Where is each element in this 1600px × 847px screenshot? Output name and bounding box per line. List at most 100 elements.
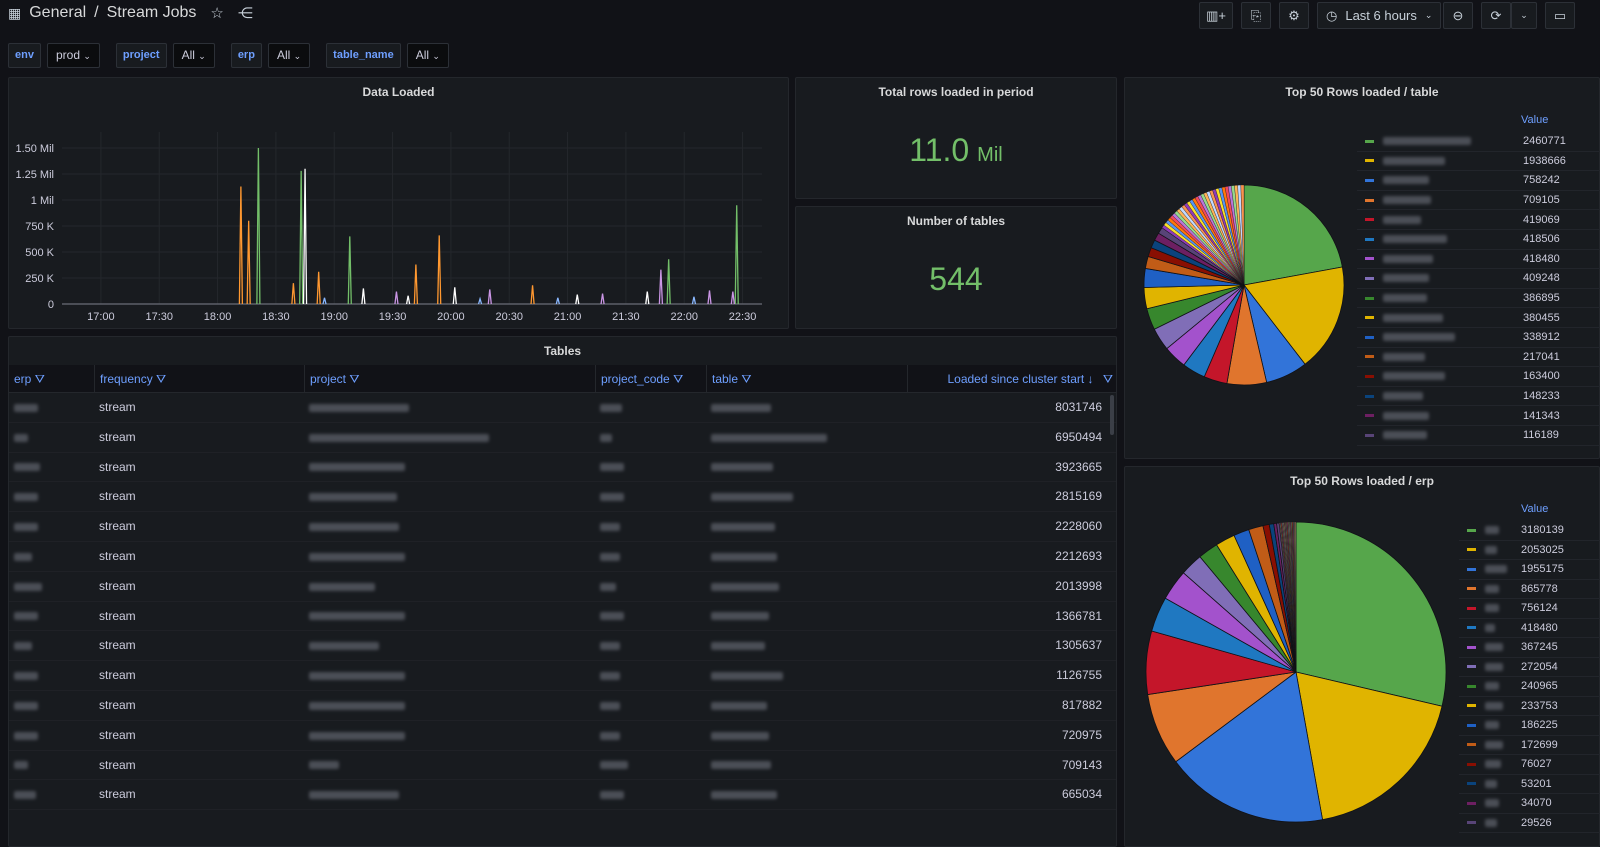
variable-value: All: [276, 48, 291, 62]
save-dashboard-button[interactable]: ⎘: [1241, 2, 1271, 29]
legend-item[interactable]: 163400: [1357, 367, 1600, 387]
variable-select-env[interactable]: prod ⌄: [46, 43, 100, 68]
star-icon[interactable]: ☆: [210, 4, 223, 22]
share-icon[interactable]: ⋲: [238, 4, 253, 22]
legend-item[interactable]: 709105: [1357, 191, 1600, 211]
dashboard-title[interactable]: Stream Jobs: [107, 4, 197, 22]
variable-select-erp[interactable]: All ⌄: [267, 43, 311, 68]
table-row[interactable]: stream 817882: [9, 691, 1116, 721]
legend-item[interactable]: 409248: [1357, 269, 1600, 289]
dashboard-settings-button[interactable]: ⚙: [1279, 2, 1309, 29]
filter-icon[interactable]: ⛛: [349, 372, 359, 386]
column-header-project[interactable]: project ⛛: [304, 365, 595, 393]
zoom-out-button[interactable]: ⊖: [1443, 2, 1473, 29]
legend-item[interactable]: 240965: [1459, 677, 1600, 697]
legend-item[interactable]: 148233: [1357, 387, 1600, 407]
legend-item[interactable]: 272054: [1459, 658, 1600, 677]
table-row[interactable]: stream 1126755: [9, 661, 1116, 691]
column-header-loaded[interactable]: Loaded since cluster start ↓ ⛛: [907, 365, 1116, 393]
data-loaded-chart[interactable]: 0 250 K 500 K 750 K 1 Mil 1.25 Mil 1.50 Mil 17:…: [9, 78, 790, 330]
add-panel-button[interactable]: ▥+: [1199, 2, 1233, 29]
legend-item[interactable]: 367245: [1459, 638, 1600, 658]
legend-item[interactable]: 34070: [1459, 794, 1600, 814]
legend-item[interactable]: 418506: [1357, 230, 1600, 250]
breadcrumb-folder[interactable]: General: [29, 4, 86, 22]
legend-item[interactable]: 2053025: [1459, 541, 1600, 560]
legend-item[interactable]: 2460771: [1357, 132, 1600, 152]
table-row[interactable]: stream 1305637: [9, 631, 1116, 662]
legend-item[interactable]: 386895: [1357, 289, 1600, 309]
legend-item[interactable]: 76027: [1459, 755, 1600, 775]
table-row[interactable]: stream 3923665: [9, 453, 1116, 483]
legend-item[interactable]: 233753: [1459, 697, 1600, 716]
tv-mode-button[interactable]: ▭: [1545, 2, 1575, 29]
table-row[interactable]: stream 1366781: [9, 602, 1116, 632]
legend-swatch: [1467, 626, 1476, 630]
table-row[interactable]: stream 720975: [9, 721, 1116, 751]
refresh-interval-dropdown[interactable]: ⌄: [1511, 2, 1537, 29]
legend-item[interactable]: 53201: [1459, 775, 1600, 794]
legend-value-header: Value: [1521, 503, 1549, 515]
filter-icon[interactable]: ⛛: [1103, 372, 1113, 386]
refresh-button[interactable]: ⟳: [1481, 2, 1511, 29]
legend-value: 865778: [1521, 582, 1558, 595]
legend-item[interactable]: 186225: [1459, 716, 1600, 736]
series-spike: [666, 259, 671, 305]
legend-item[interactable]: 418480: [1459, 619, 1600, 638]
table-scrollbar[interactable]: [1110, 395, 1114, 435]
redacted-text: [711, 791, 777, 800]
filter-icon[interactable]: ⛛: [35, 372, 45, 386]
table-row[interactable]: stream 8031746: [9, 393, 1116, 423]
legend-item[interactable]: 756124: [1459, 599, 1600, 619]
legend-item[interactable]: 116189: [1357, 426, 1600, 446]
legend-item[interactable]: 29526: [1459, 814, 1600, 833]
total-rows-panel[interactable]: Total rows loaded in period 11.0 Mil: [795, 77, 1117, 199]
legend-item[interactable]: 418480: [1357, 250, 1600, 270]
legend-item[interactable]: 1955175: [1459, 560, 1600, 580]
column-header-table[interactable]: table ⛛: [706, 365, 907, 393]
series-spike: [645, 291, 650, 305]
number-of-tables-panel[interactable]: Number of tables 544: [795, 206, 1117, 329]
variable-select-table-name[interactable]: All ⌄: [406, 43, 449, 68]
filter-icon[interactable]: ⛛: [156, 372, 166, 386]
table-row[interactable]: stream 6950494: [9, 423, 1116, 453]
tables-panel[interactable]: Tables erp ⛛ frequency ⛛ project ⛛ proje…: [8, 336, 1117, 847]
legend-item[interactable]: 172699: [1459, 736, 1600, 755]
top-rows-table-panel[interactable]: Top 50 Rows loaded / table Value 2460771…: [1124, 77, 1600, 459]
redacted-cell: [9, 721, 94, 751]
top-rows-erp-panel[interactable]: Top 50 Rows loaded / erp Value 3180139 20…: [1124, 466, 1600, 847]
filter-icon[interactable]: ⛛: [673, 372, 683, 386]
table-row[interactable]: stream 665034: [9, 780, 1116, 811]
legend-item[interactable]: 865778: [1459, 580, 1600, 599]
filter-icon[interactable]: ⛛: [741, 372, 751, 386]
variable-select-project[interactable]: All ⌄: [172, 43, 215, 68]
data-loaded-panel[interactable]: Data Loaded 0 250 K 500 K 750 K1 Mil 1.25 Mi…: [8, 77, 789, 329]
legend-item[interactable]: 141343: [1357, 406, 1600, 426]
legend-item[interactable]: 217041: [1357, 348, 1600, 368]
pie-chart-table[interactable]: [1139, 180, 1349, 390]
redacted-cell: [304, 453, 595, 483]
legend-item[interactable]: 419069: [1357, 210, 1600, 230]
table-row[interactable]: stream 2815169: [9, 482, 1116, 513]
legend-item[interactable]: 338912: [1357, 328, 1600, 348]
column-header-erp[interactable]: erp ⛛: [9, 365, 94, 393]
table-row[interactable]: stream 2013998: [9, 572, 1116, 602]
column-header-project-code[interactable]: project_code ⛛: [595, 365, 706, 393]
redacted-cell: [706, 751, 907, 781]
table-row[interactable]: stream 2228060: [9, 512, 1116, 542]
legend-item[interactable]: 758242: [1357, 171, 1600, 191]
column-header-frequency[interactable]: frequency ⛛: [94, 365, 304, 393]
redacted-text: [600, 463, 624, 472]
legend-item[interactable]: 1938666: [1357, 152, 1600, 172]
series-spike: [600, 293, 605, 305]
cell-frequency: stream: [99, 608, 136, 623]
table-row[interactable]: stream 709143: [9, 751, 1116, 781]
redacted-cell: [9, 751, 94, 781]
legend-item[interactable]: 380455: [1357, 308, 1600, 328]
legend-label-redacted: [1485, 604, 1499, 613]
pie-chart-erp[interactable]: [1141, 517, 1451, 827]
legend-item[interactable]: 3180139: [1459, 521, 1600, 541]
dashboards-grid-icon[interactable]: ▦: [8, 5, 21, 22]
time-picker[interactable]: ◷ Last 6 hours ⌄: [1317, 2, 1441, 29]
table-row[interactable]: stream 2212693: [9, 542, 1116, 572]
